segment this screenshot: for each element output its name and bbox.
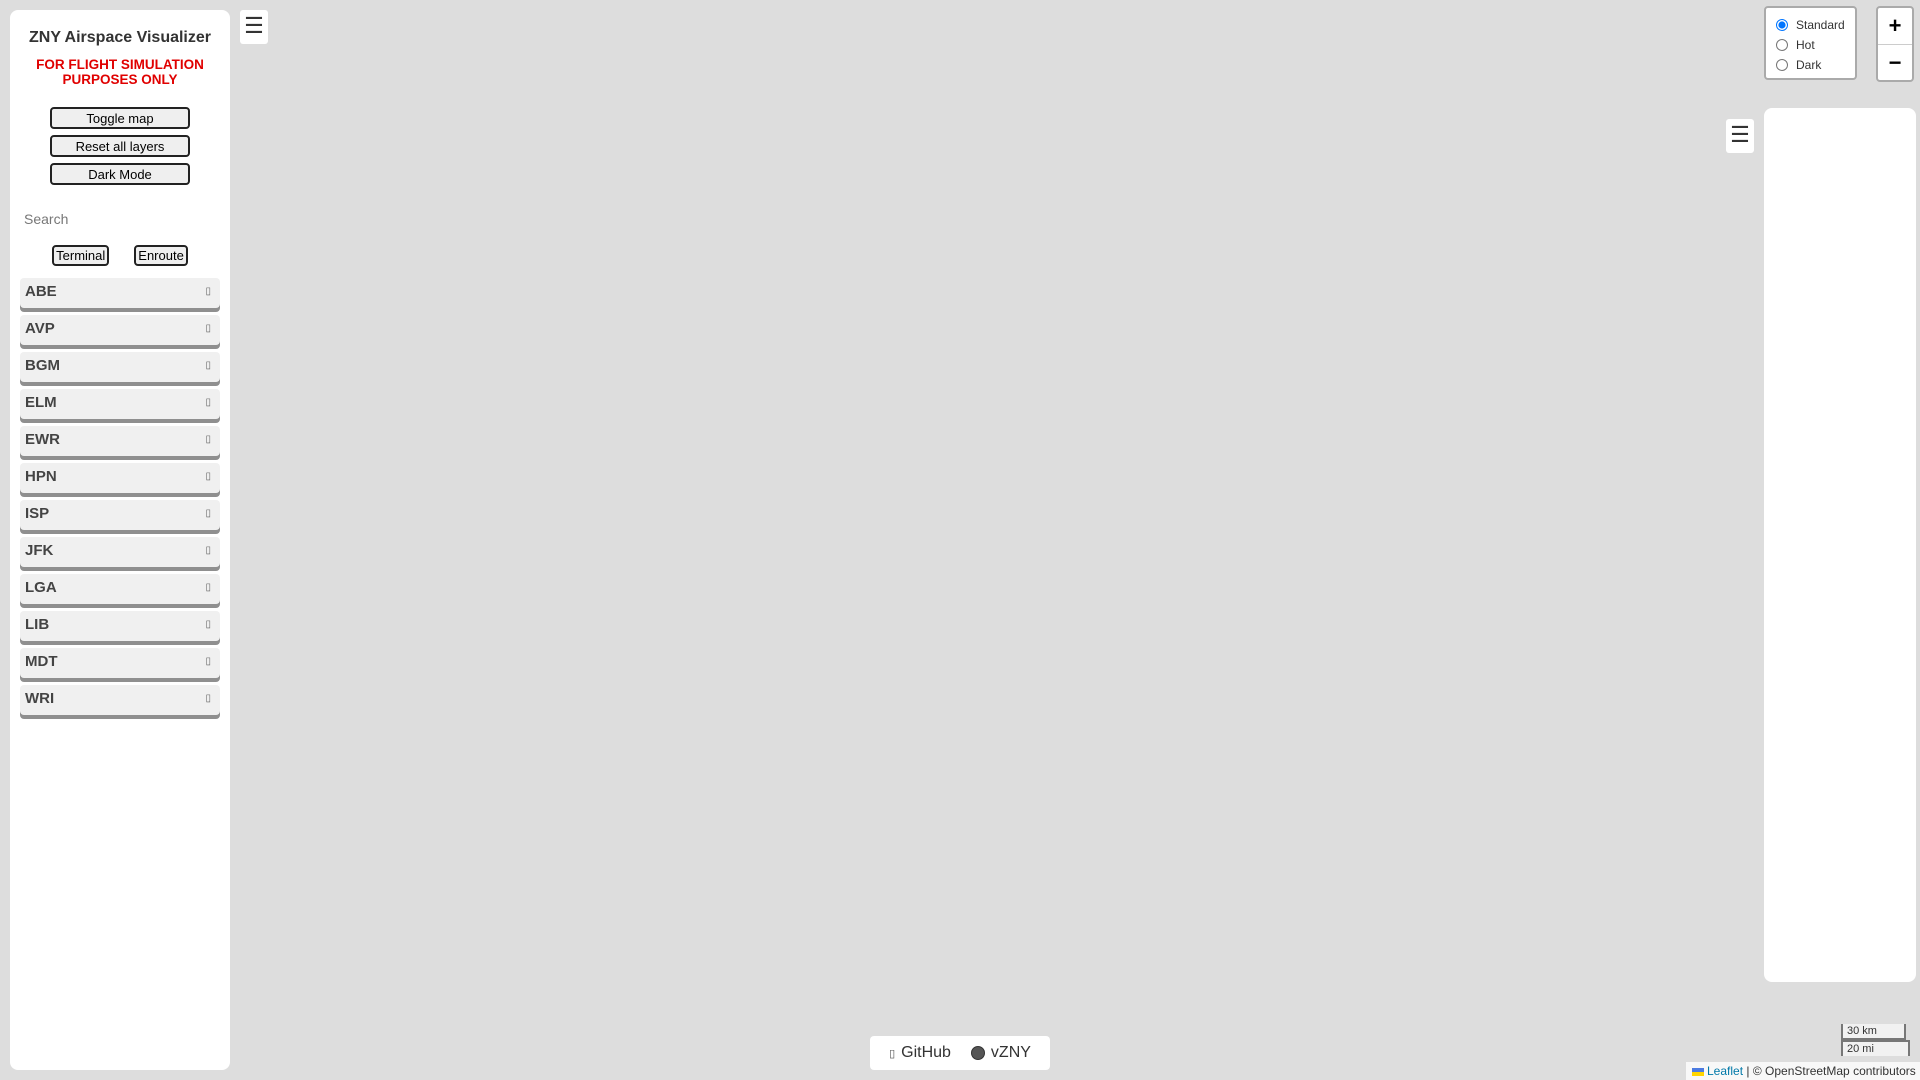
chevron-down-icon: ▯	[205, 619, 211, 630]
facility-item-ewr[interactable]: EWR ▯	[20, 426, 220, 456]
vzny-link[interactable]: vZNY	[970, 1044, 1031, 1062]
layer-option-label: Dark	[1796, 58, 1822, 72]
facility-label: ABE	[25, 283, 57, 300]
facility-label: HPN	[25, 468, 57, 485]
chevron-down-icon: ▯	[205, 656, 211, 667]
facility-item-avp[interactable]: AVP ▯	[20, 315, 220, 345]
facility-item-jfk[interactable]: JFK ▯	[20, 537, 220, 567]
facility-item-mdt[interactable]: MDT ▯	[20, 648, 220, 678]
vzny-logo-icon	[970, 1046, 985, 1060]
scale-km: 30 km	[1841, 1024, 1906, 1040]
osm-attribution-text: © OpenStreetMap contributors	[1752, 1064, 1916, 1078]
facility-label: MDT	[25, 653, 58, 670]
layer-option-standard[interactable]: Standard	[1776, 15, 1855, 35]
zoom-out-button[interactable]: −	[1878, 44, 1912, 80]
basemap-layer-control: Standard Hot Dark	[1764, 6, 1857, 80]
facility-item-elm[interactable]: ELM ▯	[20, 389, 220, 419]
chevron-down-icon: ▯	[205, 360, 211, 371]
app-title: ZNY Airspace Visualizer	[28, 29, 211, 46]
facility-item-hpn[interactable]: HPN ▯	[20, 463, 220, 493]
vzny-label: vZNY	[990, 1044, 1031, 1061]
layer-option-dark[interactable]: Dark	[1776, 55, 1855, 75]
dark-mode-button[interactable]: Dark Mode	[50, 163, 190, 185]
footer-links: ▯ GitHub vZNY	[870, 1036, 1050, 1070]
sidebar: ZNY Airspace Visualizer FOR FLIGHT SIMUL…	[10, 10, 230, 1070]
facility-label: BGM	[25, 357, 60, 374]
filter-group: Terminal Enroute	[20, 245, 220, 266]
chevron-down-icon: ▯	[205, 508, 211, 519]
github-icon: ▯	[889, 1047, 896, 1060]
chevron-down-icon: ▯	[205, 323, 211, 334]
facility-item-lga[interactable]: LGA ▯	[20, 574, 220, 604]
facility-item-lib[interactable]: LIB ▯	[20, 611, 220, 641]
chevron-down-icon: ▯	[205, 434, 211, 445]
facility-label: ISP	[25, 505, 50, 522]
github-link[interactable]: ▯ GitHub	[889, 1044, 951, 1062]
sidebar-toggle-hamburger-icon[interactable]: ☰	[240, 10, 268, 44]
chevron-down-icon: ▯	[205, 693, 211, 704]
layer-option-label: Standard	[1796, 18, 1845, 32]
terminal-filter-button[interactable]: Terminal	[52, 245, 110, 266]
layer-option-hot[interactable]: Hot	[1776, 35, 1855, 55]
facility-item-isp[interactable]: ISP ▯	[20, 500, 220, 530]
chevron-down-icon: ▯	[205, 286, 211, 297]
sidebar-button-group: Toggle map Reset all layers Dark Mode	[20, 107, 220, 185]
facility-label: JFK	[25, 542, 54, 559]
facility-item-abe[interactable]: ABE ▯	[20, 278, 220, 308]
disclaimer-text: FOR FLIGHT SIMULATION PURPOSES ONLY	[36, 57, 204, 87]
facility-list: ABE ▯ AVP ▯ BGM ▯ ELM ▯ EWR ▯ HPN ▯ ISP ▯ JFK ▯ …	[20, 278, 220, 715]
facility-label: ELM	[25, 394, 57, 411]
layer-radio-dark[interactable]	[1776, 59, 1788, 71]
facility-item-wri[interactable]: WRI ▯	[20, 685, 220, 715]
search-input[interactable]	[20, 207, 228, 231]
facility-label: AVP	[25, 320, 55, 337]
zoom-control: + −	[1876, 6, 1914, 82]
layer-option-label: Hot	[1796, 38, 1815, 52]
facility-item-bgm[interactable]: BGM ▯	[20, 352, 220, 382]
github-label: GitHub	[901, 1044, 951, 1061]
toggle-map-button[interactable]: Toggle map	[50, 107, 190, 129]
attribution-separator: |	[1746, 1064, 1750, 1078]
leaflet-link[interactable]: Leaflet	[1707, 1064, 1743, 1078]
info-panel-toggle-hamburger-icon[interactable]: ☰	[1726, 119, 1754, 153]
scale-bar: 30 km 20 mi	[1841, 1024, 1910, 1056]
layer-radio-standard[interactable]	[1776, 19, 1788, 31]
enroute-filter-button[interactable]: Enroute	[134, 245, 188, 266]
reset-layers-button[interactable]: Reset all layers	[50, 135, 190, 157]
layer-radio-hot[interactable]	[1776, 39, 1788, 51]
scale-mi: 20 mi	[1841, 1040, 1910, 1056]
facility-label: EWR	[25, 431, 60, 448]
chevron-down-icon: ▯	[205, 471, 211, 482]
ukraine-flag-icon	[1692, 1067, 1704, 1076]
zoom-in-button[interactable]: +	[1878, 8, 1912, 44]
facility-label: LIB	[25, 616, 50, 633]
chevron-down-icon: ▯	[205, 545, 211, 556]
info-panel	[1764, 108, 1916, 982]
map-attribution: Leaflet | © OpenStreetMap contributors	[1686, 1062, 1920, 1080]
facility-label: WRI	[25, 690, 55, 707]
facility-label: LGA	[25, 579, 57, 596]
chevron-down-icon: ▯	[205, 397, 211, 408]
chevron-down-icon: ▯	[205, 582, 211, 593]
map-canvas[interactable]	[0, 0, 1920, 1080]
